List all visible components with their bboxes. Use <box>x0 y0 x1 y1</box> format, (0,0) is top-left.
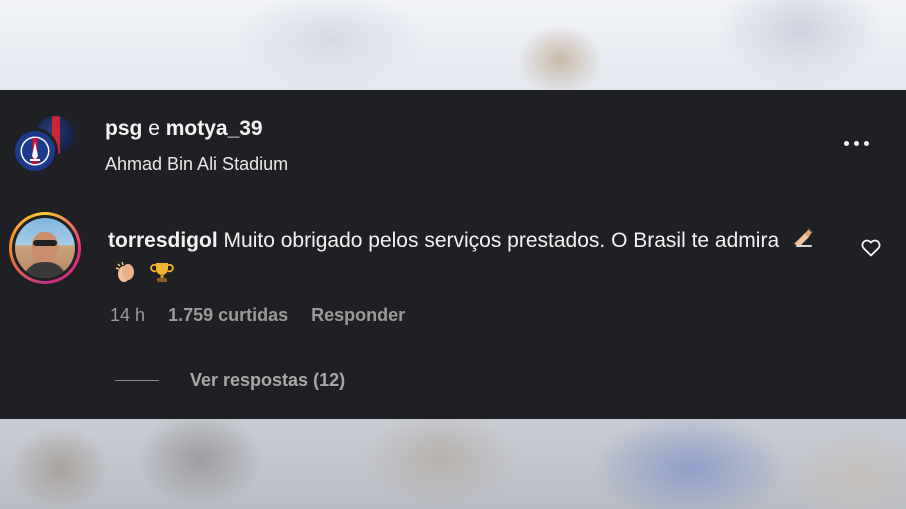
reply-button[interactable]: Responder <box>311 304 405 326</box>
author-separator: e <box>148 117 160 140</box>
avatar-glasses <box>33 240 57 246</box>
post-comment-panel: psg e motya_39 Ahmad Bin Ali Stadium tor… <box>0 90 906 419</box>
avatar-face <box>32 232 58 262</box>
more-options-button[interactable] <box>838 132 874 154</box>
view-replies-button[interactable]: Ver respostas (12) <box>190 369 345 391</box>
psg-avatar[interactable] <box>12 128 58 174</box>
more-horizontal-icon <box>843 140 849 146</box>
background-photo-bottom <box>0 419 906 509</box>
comment-message: Muito obrigado pelos serviços prestados.… <box>223 229 780 252</box>
clapping-hands-icon <box>114 260 138 293</box>
commenter-avatar[interactable] <box>15 218 75 278</box>
comment-likes[interactable]: 1.759 curtidas <box>168 304 288 326</box>
comment-avatar-story-ring[interactable] <box>9 212 81 284</box>
author-motya[interactable]: motya_39 <box>166 117 263 140</box>
trophy-icon <box>150 260 174 293</box>
writing-hand-icon <box>791 226 815 259</box>
more-dot <box>853 140 859 146</box>
comment-timestamp: 14 h <box>110 305 146 325</box>
background-photo-top <box>0 0 906 90</box>
avatar-shirt <box>23 262 67 278</box>
heart-outline-icon <box>861 239 881 257</box>
post-location[interactable]: Ahmad Bin Ali Stadium <box>105 153 288 175</box>
comment-body: torresdigol Muito obrigado pelos serviço… <box>108 225 828 293</box>
comment-meta: 14 h 1.759 curtidas Responder <box>110 304 405 326</box>
more-dot <box>863 140 869 146</box>
replies-divider <box>115 380 159 381</box>
author-psg[interactable]: psg <box>105 117 142 140</box>
post-authors[interactable]: psg e motya_39 <box>105 117 263 141</box>
post-avatars[interactable] <box>12 116 78 176</box>
comment-username[interactable]: torresdigol <box>108 229 218 252</box>
psg-logo-icon <box>15 131 55 171</box>
like-comment-button[interactable] <box>859 235 883 259</box>
